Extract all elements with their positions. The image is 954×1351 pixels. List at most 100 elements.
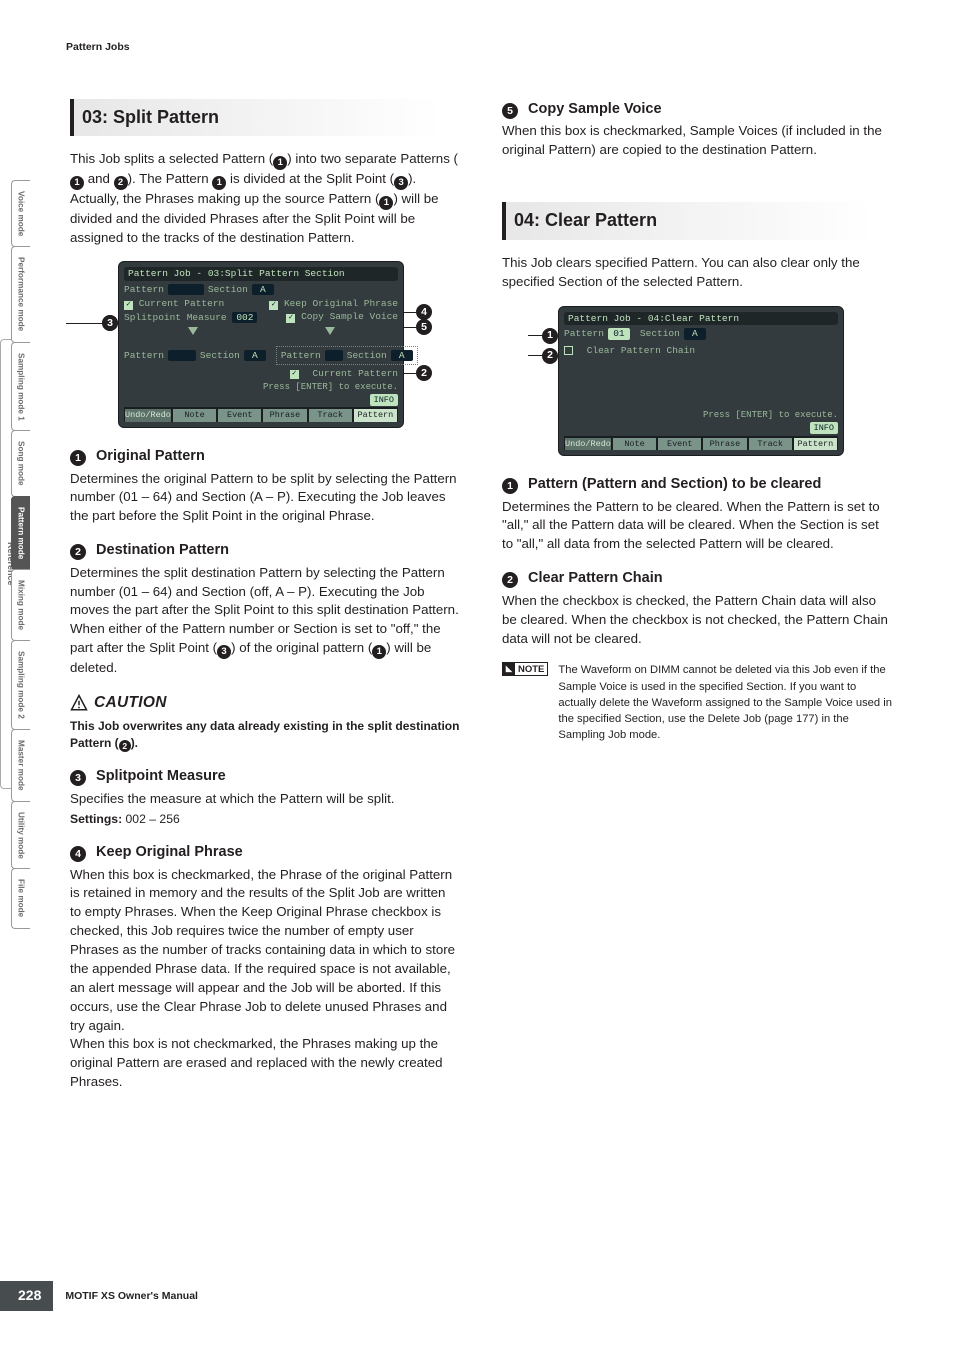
- clear-h1-title: Pattern (Pattern and Section) to be clea…: [528, 476, 821, 492]
- scr-tab: Undo/Redo: [564, 437, 612, 451]
- scr-title: Pattern Job - 03:Split Pattern Section: [124, 267, 398, 281]
- callout-2: 2: [404, 365, 432, 381]
- clear-h2: 2 Clear Pattern Chain: [502, 568, 892, 589]
- side-tabs: Voice mode Performance mode Sampling mod…: [11, 180, 30, 928]
- callout-5-icon: 5: [502, 103, 518, 119]
- scr-tab: Track: [308, 408, 353, 422]
- warning-icon: [70, 694, 88, 712]
- text: and: [84, 171, 114, 186]
- callout-1-icon: 1: [372, 645, 386, 659]
- split-h1: 1 Original Pattern: [70, 446, 460, 467]
- scr-pattern-label: Pattern: [124, 285, 164, 295]
- scr-info-label: INFO: [810, 422, 838, 434]
- right-column: 5 Copy Sample Voice When this box is che…: [502, 99, 892, 1311]
- text: ). The Pattern: [128, 171, 213, 186]
- arrow-down-icon: [188, 327, 198, 335]
- split-screenshot: Pattern Job - 03:Split Pattern Section P…: [118, 261, 404, 428]
- side-tab-song: Song mode: [11, 430, 30, 497]
- note-text: The Waveform on DIMM cannot be deleted v…: [558, 662, 892, 743]
- clear-h1: 1 Pattern (Pattern and Section) to be cl…: [502, 474, 892, 495]
- side-tab-voice: Voice mode: [11, 180, 30, 247]
- callout-5-icon: 5: [416, 319, 432, 335]
- callout-1-icon: 1: [502, 478, 518, 494]
- callout-2-icon: 2: [119, 740, 131, 752]
- scr-splitpoint-val: 002: [232, 312, 257, 324]
- scr-dest2-section-label: Section: [347, 351, 387, 361]
- callout-3-icon: 3: [70, 770, 86, 786]
- scr-section-field: A: [252, 284, 274, 296]
- side-tab-file: File mode: [11, 868, 30, 928]
- checkbox-icon: ✓: [290, 370, 299, 379]
- scr-tabs: Undo/Redo Note Event Phrase Track Patter…: [564, 436, 838, 451]
- split-h3: 3 Splitpoint Measure: [70, 766, 460, 787]
- scr-pattern-label: Pattern: [564, 329, 604, 339]
- callout-4-icon: 4: [416, 304, 432, 320]
- text: This Job splits a selected Pattern (: [70, 151, 273, 166]
- split-title: 03: Split Pattern: [70, 99, 460, 137]
- scr-cur-pattern: Current Pattern: [139, 298, 225, 309]
- scr-press: Press [ENTER] to execute.: [124, 383, 398, 392]
- scr-title: Pattern Job - 04:Clear Pattern: [564, 312, 838, 326]
- scr-keep: Keep Original Phrase: [284, 298, 398, 309]
- side-tab-sampling2: Sampling mode 2: [11, 640, 30, 730]
- scr-tab: Undo/Redo: [124, 408, 172, 422]
- side-tab-sampling1: Sampling mode 1: [11, 342, 30, 432]
- checkbox-icon: [564, 346, 573, 355]
- clear-h2-title: Clear Pattern Chain: [528, 570, 663, 586]
- clear-title: 04: Clear Pattern: [502, 202, 892, 240]
- clear-h1-body: Determines the Pattern to be cleared. Wh…: [502, 498, 892, 555]
- callout-1-icon: 1: [212, 176, 226, 190]
- scr-dest2-cur: Current Pattern: [312, 369, 398, 379]
- callout-2-icon: 2: [542, 348, 558, 364]
- split-h5: 5 Copy Sample Voice: [502, 99, 892, 120]
- split-h4: 4 Keep Original Phrase: [70, 842, 460, 863]
- callout-1-icon: 1: [273, 156, 287, 170]
- callout-2-icon: 2: [114, 176, 128, 190]
- field: [168, 350, 196, 362]
- checkbox-icon: ✓: [269, 301, 278, 310]
- field: [325, 350, 343, 362]
- note: ◣ NOTE The Waveform on DIMM cannot be de…: [502, 662, 892, 743]
- split-h2-body: Determines the split destination Pattern…: [70, 564, 460, 678]
- callout-2-icon: 2: [416, 365, 432, 381]
- scr-tab: Pattern: [793, 437, 838, 451]
- callout-1-icon: 1: [542, 328, 558, 344]
- scr-chain-label: Clear Pattern Chain: [587, 346, 695, 356]
- callout-2-icon: 2: [70, 544, 86, 560]
- split-h4-body2: When this box is not checkmarked, the Ph…: [70, 1035, 460, 1092]
- scr-splitpoint-label: Splitpoint Measure: [124, 312, 227, 323]
- callout-5: 5: [404, 319, 432, 335]
- split-h3-settings: Settings: 002 – 256: [70, 811, 460, 828]
- callout-3-icon: 3: [102, 315, 118, 331]
- callout-2: 2: [528, 348, 558, 364]
- side-tab-performance: Performance mode: [11, 246, 30, 342]
- scr-tab: Event: [217, 408, 262, 422]
- caution-word: CAUTION: [94, 692, 167, 714]
- breadcrumb: Pattern Jobs: [66, 40, 892, 55]
- note-icon: ◣: [503, 663, 515, 675]
- caution-heading: CAUTION: [70, 692, 460, 714]
- page-number: 228: [0, 1281, 53, 1311]
- scr-section-label: Section: [208, 285, 248, 295]
- scr-tab: Phrase: [262, 408, 307, 422]
- clear-intro: This Job clears specified Pattern. You c…: [502, 254, 892, 292]
- manual-name: MOTIF XS Owner's Manual: [65, 1289, 198, 1304]
- checkbox-icon: ✓: [286, 314, 295, 323]
- callout-1-icon: 1: [70, 450, 86, 466]
- clear-screenshot: Pattern Job - 04:Clear Pattern Pattern 0…: [558, 306, 844, 457]
- note-badge: ◣ NOTE: [502, 662, 548, 676]
- callout-2-icon: 2: [502, 572, 518, 588]
- text: is divided at the Split Point (: [226, 171, 394, 186]
- split-h5-body: When this box is checkmarked, Sample Voi…: [502, 122, 892, 160]
- split-figure: 1 3 4 5 2 Pattern Job - 03:Split Pattern…: [118, 261, 404, 428]
- callout-1: 1: [528, 328, 558, 344]
- scr-tab: Phrase: [702, 437, 747, 451]
- scr-press: Press [ENTER] to execute.: [564, 411, 838, 420]
- scr-tabs: Undo/Redo Note Event Phrase Track Patter…: [124, 407, 398, 422]
- split-h5-title: Copy Sample Voice: [528, 101, 662, 117]
- split-h1-body: Determines the original Pattern to be sp…: [70, 470, 460, 527]
- side-tab-utility: Utility mode: [11, 801, 30, 870]
- split-intro: This Job splits a selected Pattern (1) i…: [70, 150, 460, 247]
- scr-dest-section-val: A: [244, 350, 266, 362]
- settings-label: Settings:: [70, 812, 122, 826]
